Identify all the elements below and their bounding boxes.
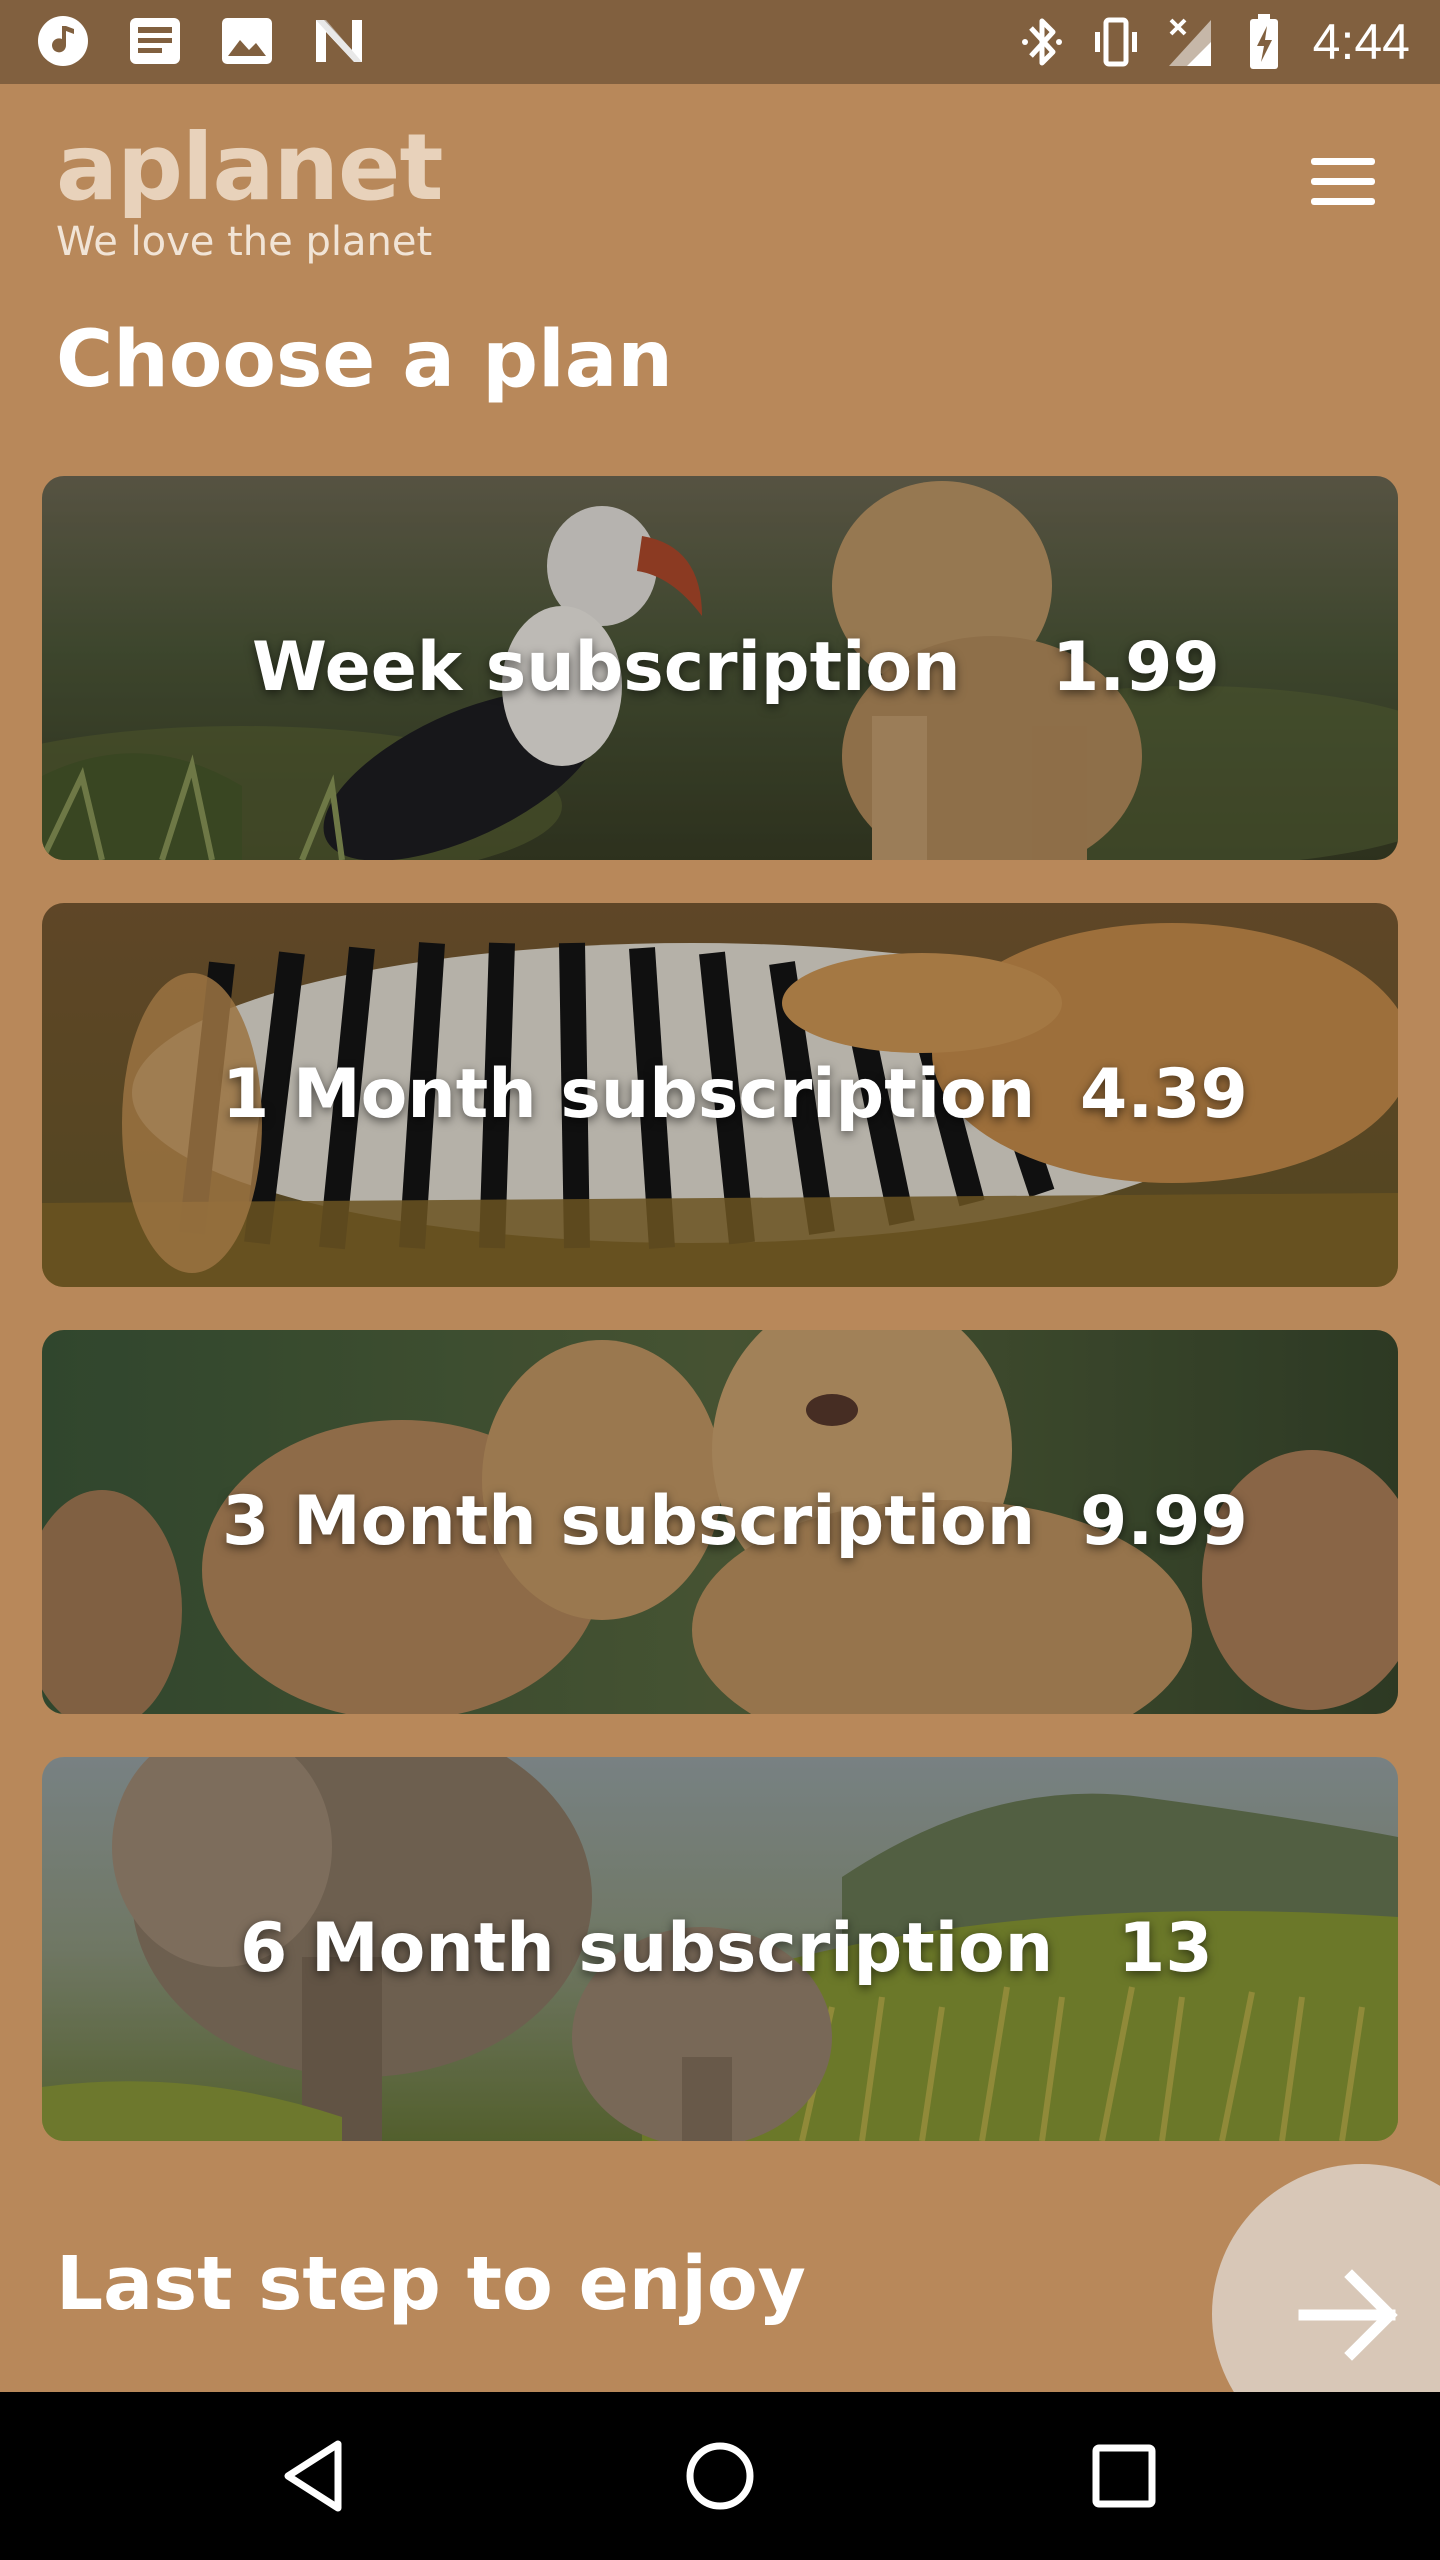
plan-card-3-month[interactable]: 3 Month subscription 9.99 bbox=[42, 1330, 1398, 1714]
back-button[interactable] bbox=[272, 2432, 360, 2520]
plan-price: 1.99 bbox=[1052, 628, 1220, 707]
notification-icons bbox=[36, 14, 366, 68]
image-icon bbox=[222, 18, 272, 64]
home-circle-icon bbox=[686, 2442, 754, 2510]
plan-name: Week subscription bbox=[252, 628, 961, 707]
home-button[interactable] bbox=[676, 2432, 764, 2520]
back-triangle-icon bbox=[284, 2440, 342, 2512]
plan-price: 13 bbox=[1118, 1909, 1213, 1988]
plan-list: Week subscription 1.99 1 Month subscript… bbox=[42, 476, 1398, 2184]
system-status: 4:44 bbox=[1017, 10, 1410, 74]
plan-name: 1 Month subscription bbox=[222, 1055, 1036, 1134]
plan-price: 4.39 bbox=[1080, 1055, 1248, 1134]
plan-card-week[interactable]: Week subscription 1.99 bbox=[42, 476, 1398, 860]
music-note-icon bbox=[38, 16, 88, 66]
signal-icon bbox=[1168, 18, 1211, 66]
vibrate-icon bbox=[1094, 17, 1137, 67]
plan-name: 3 Month subscription bbox=[222, 1482, 1036, 1561]
status-bar: 4:44 bbox=[0, 0, 1440, 84]
recents-square-icon bbox=[1092, 2444, 1156, 2508]
recents-button[interactable] bbox=[1080, 2432, 1168, 2520]
battery-charging-icon bbox=[1249, 14, 1278, 69]
n-notification-icon bbox=[316, 20, 362, 62]
app-logo: aplanet bbox=[56, 114, 443, 221]
arrow-right-icon bbox=[1298, 2269, 1398, 2361]
menu-button[interactable] bbox=[1308, 158, 1378, 218]
navigation-bar bbox=[0, 2392, 1440, 2560]
plan-card-1-month[interactable]: 1 Month subscription 4.39 bbox=[42, 903, 1398, 1287]
footer-text: Last step to enjoy bbox=[56, 2241, 806, 2327]
bluetooth-icon bbox=[1021, 18, 1062, 66]
app-tagline: We love the planet bbox=[56, 219, 433, 265]
plan-card-6-month[interactable]: 6 Month subscription 13 bbox=[42, 1757, 1398, 2141]
plan-price: 9.99 bbox=[1080, 1482, 1248, 1561]
plan-name: 6 Month subscription bbox=[240, 1909, 1054, 1988]
page-title: Choose a plan bbox=[56, 315, 673, 405]
screen: 4:44 aplanet We love the planet Choose a… bbox=[0, 0, 1440, 2560]
news-icon bbox=[130, 18, 180, 64]
hamburger-menu-icon bbox=[1308, 158, 1378, 205]
status-time: 4:44 bbox=[1312, 14, 1410, 70]
